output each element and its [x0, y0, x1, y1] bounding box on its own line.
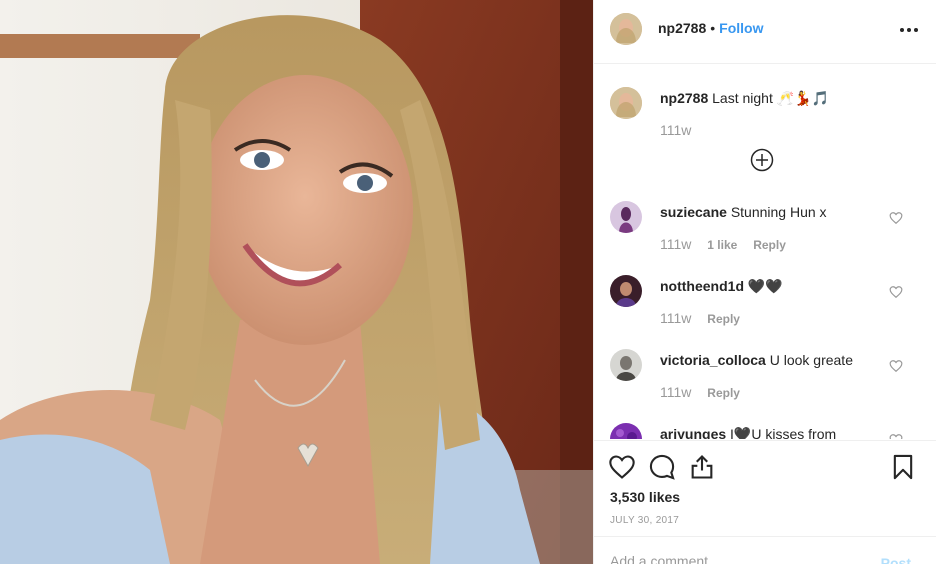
comment-username[interactable]: victoria_colloca: [660, 352, 766, 368]
comment-time[interactable]: 111w: [660, 236, 691, 252]
heart-icon[interactable]: [889, 285, 903, 299]
selfie-image: [0, 0, 593, 564]
likes-count[interactable]: 3,530 likes: [610, 489, 680, 505]
caption-time[interactable]: 111w: [660, 122, 691, 138]
header-text: np2788 • Follow: [658, 20, 763, 36]
separator-dot: •: [710, 20, 716, 36]
comment-bubble-icon[interactable]: [648, 453, 676, 481]
comment-text-line: nottheend1d 🖤🖤: [660, 278, 783, 295]
share-icon[interactable]: [688, 453, 716, 481]
author-username[interactable]: np2788: [658, 20, 706, 36]
comment-like-count[interactable]: 1 like: [707, 238, 737, 252]
post-date[interactable]: JULY 30, 2017: [610, 515, 679, 526]
comment-time[interactable]: 111w: [660, 384, 691, 400]
comment-text-line: victoria_colloca U look greate: [660, 352, 853, 368]
more-options-icon[interactable]: [897, 18, 921, 42]
comment-input[interactable]: [610, 553, 870, 564]
reply-button[interactable]: Reply: [753, 238, 786, 252]
avatar[interactable]: [610, 201, 642, 233]
follow-button[interactable]: Follow: [719, 20, 763, 36]
avatar[interactable]: [610, 423, 642, 439]
heart-icon[interactable]: [608, 453, 636, 481]
comment-username[interactable]: nottheend1d: [660, 278, 744, 294]
post-header: np2788 • Follow: [594, 0, 936, 64]
reply-button[interactable]: Reply: [707, 312, 740, 326]
post-button[interactable]: Post: [881, 555, 911, 564]
post-actions: 3,530 likes JULY 30, 2017: [594, 440, 936, 536]
avatar[interactable]: [610, 87, 642, 119]
post-side-panel: np2788 • Follow np2788 Last night 🥂💃🎵 11…: [593, 0, 936, 564]
comment-meta: 111w Reply: [660, 310, 740, 326]
comment-username[interactable]: suziecane: [660, 204, 727, 220]
comments-list[interactable]: np2788 Last night 🥂💃🎵 111w suziecane Stu…: [594, 65, 936, 439]
comment-time[interactable]: 111w: [660, 310, 691, 326]
caption-meta: 111w: [660, 122, 691, 138]
avatar[interactable]: [610, 275, 642, 307]
comment-text-line: ariyunges I🖤U kisses from: [660, 426, 836, 439]
bookmark-icon[interactable]: [889, 453, 917, 481]
caption-text-line: np2788 Last night 🥂💃🎵: [660, 90, 829, 107]
heart-icon[interactable]: [889, 433, 903, 439]
heart-icon[interactable]: [889, 211, 903, 225]
comment-username[interactable]: ariyunges: [660, 426, 726, 439]
comment-text: U look greate: [769, 352, 853, 368]
comment-text: I🖤U kisses from: [730, 426, 837, 439]
comment-text: 🖤🖤: [747, 278, 783, 294]
plus-circle-icon[interactable]: [750, 148, 774, 172]
comment-text: Stunning Hun x: [730, 204, 827, 220]
comment-meta: 111w 1 like Reply: [660, 236, 786, 252]
avatar[interactable]: [610, 13, 642, 45]
comment-meta: 111w Reply: [660, 384, 740, 400]
post-photo[interactable]: [0, 0, 593, 564]
comment-text-line: suziecane Stunning Hun x: [660, 204, 827, 220]
comment-composer: Post: [594, 536, 936, 564]
heart-icon[interactable]: [889, 359, 903, 373]
caption-text: Last night 🥂💃🎵: [712, 90, 830, 106]
reply-button[interactable]: Reply: [707, 386, 740, 400]
avatar[interactable]: [610, 349, 642, 381]
caption-username[interactable]: np2788: [660, 90, 708, 106]
